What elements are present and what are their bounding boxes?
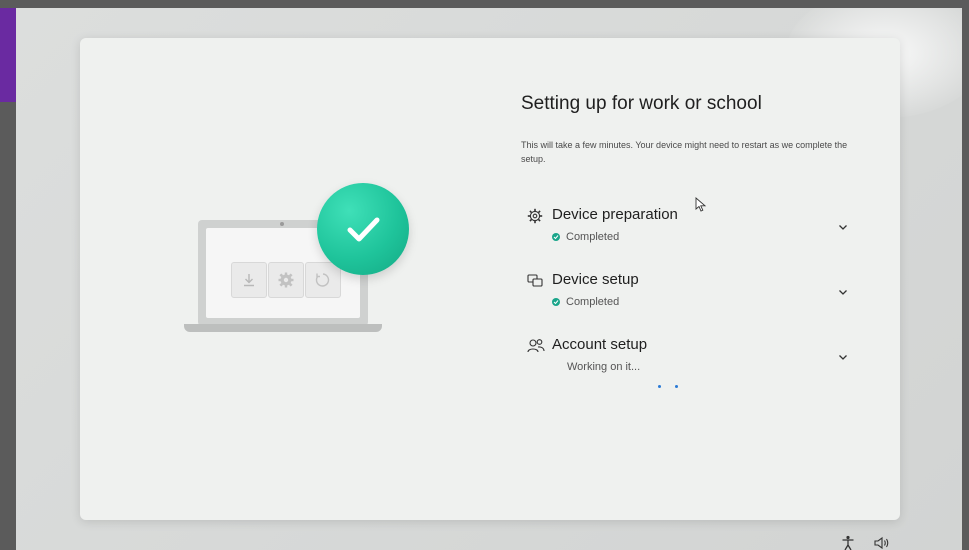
device-setup-icon <box>527 273 543 289</box>
chevron-down-icon[interactable] <box>837 285 849 297</box>
completed-check-icon <box>552 233 560 241</box>
account-icon <box>527 338 545 354</box>
mouse-cursor-icon <box>695 197 707 213</box>
step-status-text: Completed <box>566 231 620 243</box>
completed-check-icon <box>552 298 560 306</box>
step-status: Completed <box>552 231 619 243</box>
window-accent-tab <box>0 8 16 102</box>
step-status: Working on it... <box>567 361 640 373</box>
step-name: Device setup <box>552 271 639 288</box>
chevron-down-icon[interactable] <box>837 220 849 232</box>
step-status: Completed <box>552 296 619 308</box>
laptop-camera <box>280 222 284 226</box>
step-status-text: Completed <box>566 296 620 308</box>
volume-icon[interactable] <box>874 536 890 550</box>
oobe-screen: Setting up for work or school This will … <box>16 8 962 550</box>
page-description: This will take a few minutes. Your devic… <box>521 140 848 164</box>
progress-dot <box>658 385 661 388</box>
chevron-down-icon[interactable] <box>837 350 849 362</box>
page-title: Setting up for work or school <box>521 93 762 114</box>
gear-icon <box>527 208 543 224</box>
laptop-base <box>184 324 382 332</box>
step-device-setup[interactable]: Device setup Completed <box>527 271 857 321</box>
setup-card: Setting up for work or school This will … <box>80 38 900 520</box>
settings-icon <box>268 262 304 298</box>
accessibility-icon[interactable] <box>841 535 855 550</box>
checkmark-icon <box>317 183 409 275</box>
step-name: Device preparation <box>552 206 678 223</box>
restart-icon <box>305 262 341 298</box>
step-device-preparation[interactable]: Device preparation Completed <box>527 206 857 256</box>
progress-spinner <box>658 385 688 391</box>
step-name: Account setup <box>552 336 648 353</box>
download-icon <box>231 262 267 298</box>
system-tray <box>836 533 896 550</box>
step-account-setup[interactable]: Account setup Working on it... <box>527 336 857 386</box>
step-status-text: Working on it... <box>567 361 641 373</box>
progress-dot <box>675 385 678 388</box>
